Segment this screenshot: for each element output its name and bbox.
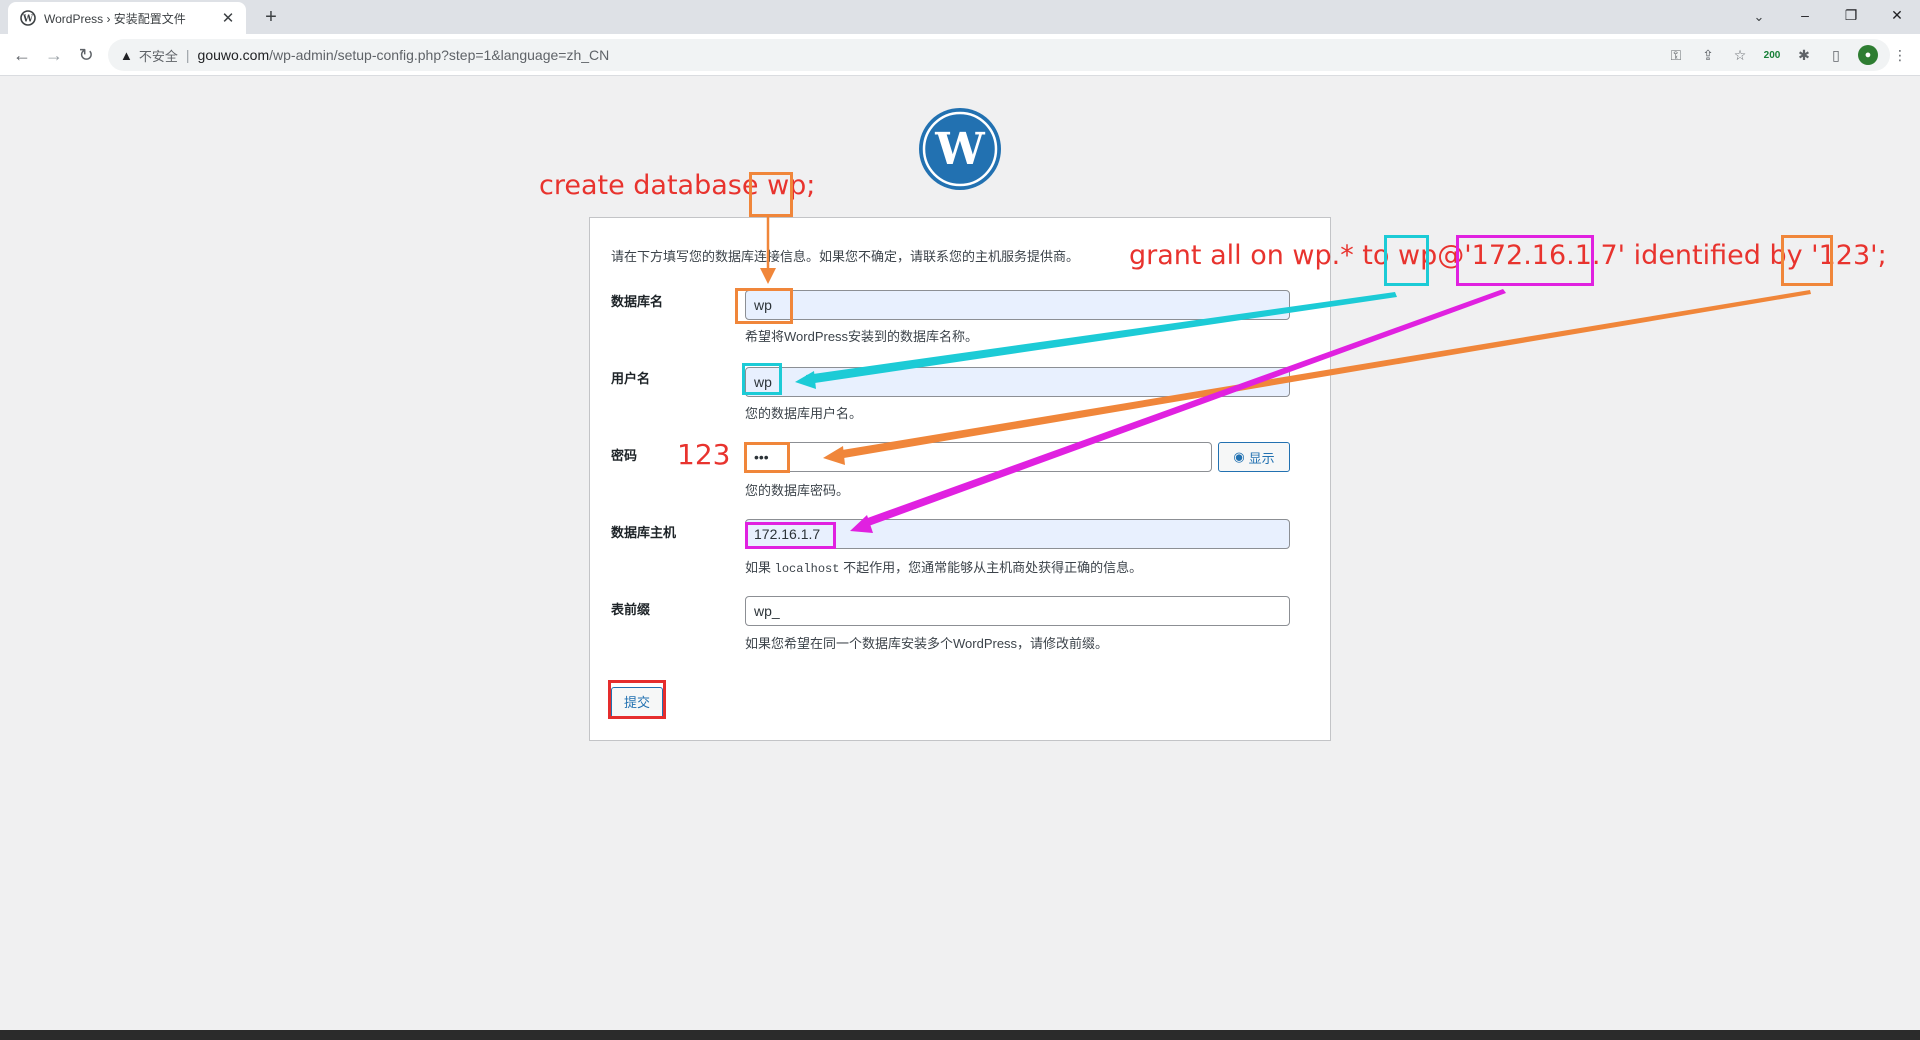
- back-icon[interactable]: ←: [8, 41, 36, 69]
- username-label: 用户名: [611, 371, 651, 386]
- svg-text:W: W: [22, 15, 34, 25]
- show-password-label: 显示: [1248, 450, 1275, 466]
- password-highlight: [744, 442, 790, 473]
- new-tab-button[interactable]: +: [258, 4, 284, 30]
- create-wp-highlight: [749, 172, 793, 217]
- minimize-icon[interactable]: –: [1782, 0, 1828, 30]
- url-path: /wp-admin/setup-config.php?step=1&langua…: [269, 47, 610, 63]
- url-host: gouwo.com: [197, 47, 270, 63]
- password-label: 密码: [611, 448, 638, 463]
- url-separator: |: [185, 47, 190, 63]
- toolbar-icons: ⚿ ⇪ ☆ 200 ✱ ▯ ● ⋮: [1666, 45, 1910, 65]
- browser-tab[interactable]: W WordPress › 安装配置文件 ✕: [8, 2, 246, 34]
- grant-post: ';: [1870, 240, 1887, 271]
- dbname-input[interactable]: wp: [745, 290, 1290, 320]
- restore-icon[interactable]: ❐: [1828, 0, 1874, 30]
- window-controls: – ❐ ✕: [1782, 0, 1920, 30]
- insecure-label: 不安全: [138, 48, 178, 64]
- dbhost-label: 数据库主机: [611, 525, 677, 540]
- share-icon[interactable]: ⇪: [1698, 47, 1718, 64]
- grant-pass-highlight: [1781, 235, 1833, 286]
- create-post: ;: [806, 170, 816, 201]
- create-pre: create database: [539, 170, 768, 201]
- warning-icon: ▲: [120, 47, 133, 63]
- grant-user-highlight: [1384, 235, 1429, 286]
- password-note-annotation: 123: [677, 438, 731, 471]
- localhost-code: localhost: [774, 562, 840, 576]
- password-input[interactable]: •••: [745, 442, 1212, 472]
- close-window-icon[interactable]: ✕: [1874, 0, 1920, 30]
- setup-config-form: 请在下方填写您的数据库连接信息。如果您不确定，请联系您的主机服务提供商。 数据库…: [589, 217, 1331, 741]
- dbname-label: 数据库名: [611, 294, 664, 309]
- address-bar[interactable]: ▲ 不安全 | gouwo.com/wp-admin/setup-config.…: [108, 39, 1890, 71]
- tab-search-icon[interactable]: ⌄: [1746, 4, 1772, 30]
- taskbar-edge: [0, 1030, 1920, 1040]
- dbhost-desc-pre: 如果: [745, 560, 772, 575]
- intro-text: 请在下方填写您的数据库连接信息。如果您不确定，请联系您的主机服务提供商。: [611, 249, 1080, 264]
- extensions-icon[interactable]: ✱: [1794, 47, 1814, 64]
- show-password-button[interactable]: ◉ 显示: [1218, 442, 1290, 472]
- dbhost-highlight: [745, 522, 836, 549]
- dbname-description: 希望将WordPress安装到的数据库名称。: [745, 329, 979, 344]
- extension-badge[interactable]: 200: [1762, 50, 1782, 61]
- wordpress-logo: W: [918, 107, 1002, 191]
- forward-icon[interactable]: →: [40, 41, 68, 69]
- browser-toolbar: ← → ↻ ▲ 不安全 | gouwo.com/wp-admin/setup-c…: [0, 34, 1920, 76]
- tab-close-icon[interactable]: ✕: [220, 9, 236, 27]
- prefix-description: 如果您希望在同一个数据库安装多个WordPress，请修改前缀。: [745, 636, 1109, 651]
- password-description: 您的数据库密码。: [745, 483, 850, 498]
- tab-title: WordPress › 安装配置文件: [44, 11, 186, 26]
- key-icon[interactable]: ⚿: [1666, 47, 1686, 64]
- username-highlight: [742, 363, 782, 395]
- eye-icon: ◉: [1233, 449, 1245, 464]
- dbhost-desc-post: 不起作用，您通常能够从主机商处获得正确的信息。: [843, 560, 1143, 575]
- prefix-label: 表前缀: [611, 602, 651, 617]
- svg-text:W: W: [934, 124, 985, 175]
- username-input[interactable]: wp: [745, 367, 1290, 397]
- star-icon[interactable]: ☆: [1730, 47, 1750, 64]
- grant-pre: grant all on wp.* to: [1129, 240, 1398, 271]
- wordpress-favicon-icon: W: [20, 10, 36, 26]
- submit-highlight: [608, 680, 666, 719]
- dbhost-description: 如果 localhost 不起作用，您通常能够从主机商处获得正确的信息。: [745, 557, 1142, 576]
- grant-host-highlight: [1456, 235, 1594, 286]
- username-description: 您的数据库用户名。: [745, 406, 863, 421]
- dbname-highlight: [735, 288, 793, 324]
- browser-tab-strip: W WordPress › 安装配置文件 ✕ + ⌄ – ❐ ✕: [0, 0, 1920, 34]
- reload-icon[interactable]: ↻: [72, 41, 100, 69]
- prefix-input[interactable]: wp_: [745, 596, 1290, 626]
- side-panel-icon[interactable]: ▯: [1826, 47, 1846, 64]
- menu-icon[interactable]: ⋮: [1890, 47, 1910, 64]
- profile-avatar[interactable]: ●: [1858, 45, 1878, 65]
